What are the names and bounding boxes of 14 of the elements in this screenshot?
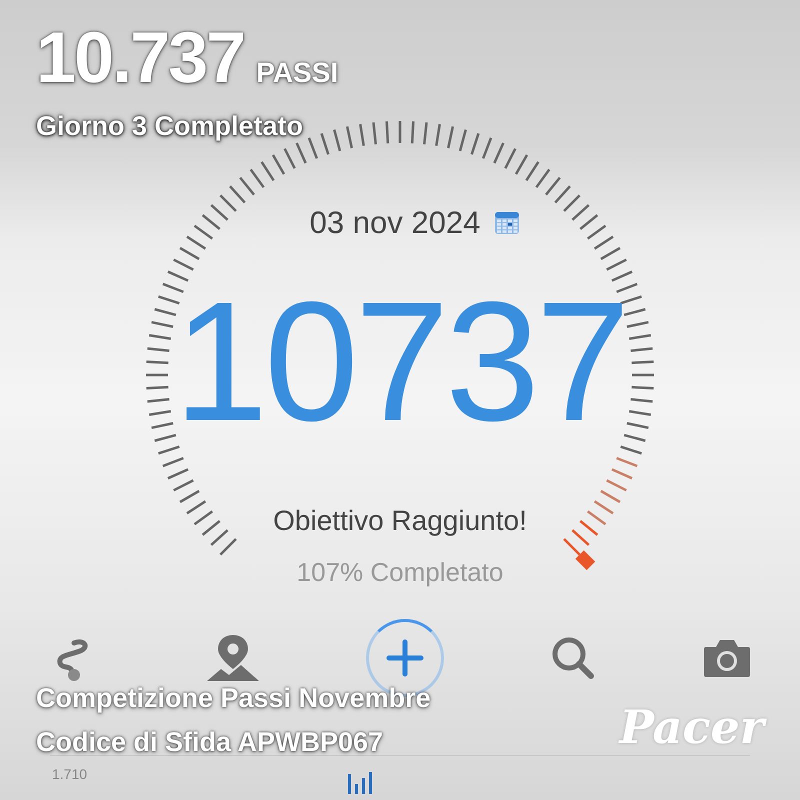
date-label[interactable]: 03 nov 2024: [310, 205, 480, 241]
day-status: Giorno 3 Completato: [36, 110, 304, 142]
step-count: 10737: [174, 277, 626, 447]
steps-unit: PASSI: [256, 57, 338, 89]
goal-message: Obiettivo Raggiunto!: [273, 505, 527, 537]
competition-title: Competizione Passi Novembre: [36, 682, 431, 714]
map-pin-icon[interactable]: [205, 633, 261, 683]
completion-percent: 107% Completato: [296, 557, 504, 588]
axis-label: 1.710: [52, 766, 88, 782]
steps-total: 10.737: [36, 22, 244, 94]
camera-icon[interactable]: [702, 637, 752, 679]
calendar-icon[interactable]: [494, 210, 520, 236]
plus-icon: [385, 638, 425, 678]
challenge-code: Codice di Sfida APWBP067: [36, 726, 384, 759]
